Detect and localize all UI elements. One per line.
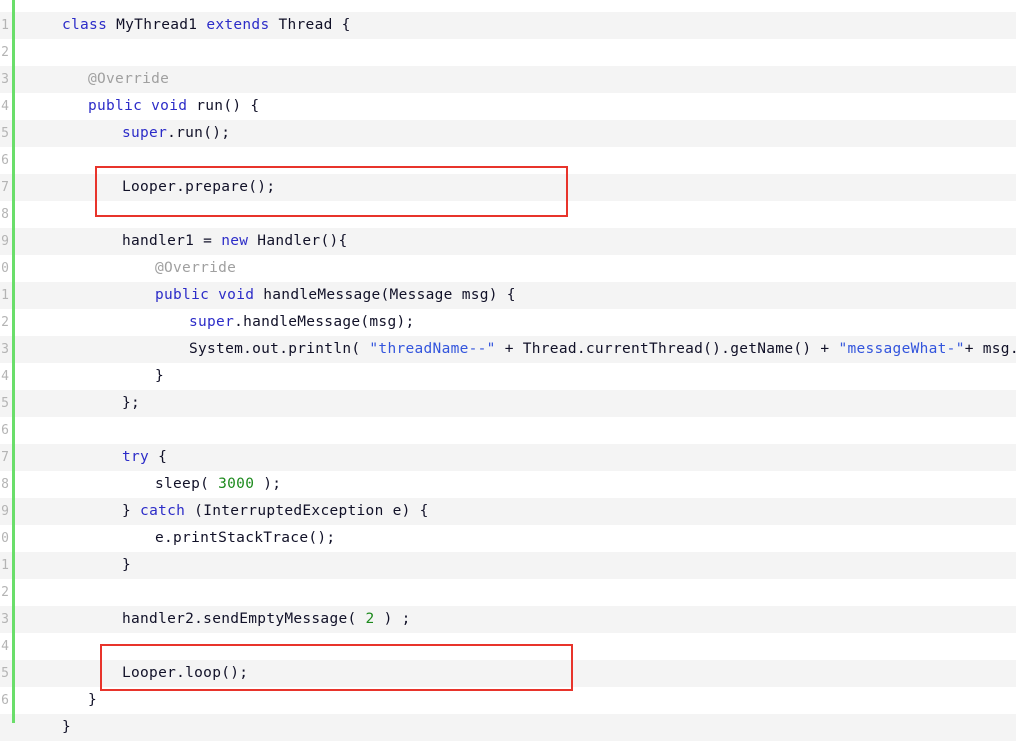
code-line[interactable] xyxy=(0,39,62,66)
code-token-kw: super xyxy=(189,314,235,330)
code-token-pl: MyThread1 xyxy=(107,17,207,33)
code-line[interactable]: } xyxy=(0,714,71,741)
code-line[interactable]: handler1 = new Handler(){ xyxy=(0,228,348,255)
code-token-pl: } xyxy=(88,692,98,708)
gutter-change-marker xyxy=(12,0,15,723)
code-token-num: 3000 xyxy=(218,476,255,492)
code-line[interactable]: public void handleMessage(Message msg) { xyxy=(0,282,516,309)
code-line[interactable] xyxy=(0,579,122,606)
code-token-str: "messageWhat-" xyxy=(838,341,965,357)
code-token-kw: void xyxy=(218,287,255,303)
highlight-box xyxy=(95,166,568,217)
code-token-pl: e.printStackTrace(); xyxy=(155,530,336,546)
code-line[interactable]: e.printStackTrace(); xyxy=(0,525,335,552)
code-token-pl: ); xyxy=(254,476,282,492)
code-token-pl: System.out.println( xyxy=(189,341,370,357)
code-content[interactable]: class MyThread1 extends Thread { @Overrid… xyxy=(0,0,1016,735)
code-token-pl: .handleMessage(msg); xyxy=(234,314,415,330)
code-token-pl: Handler(){ xyxy=(248,233,348,249)
code-token-pl: } xyxy=(62,719,72,735)
code-token-num: 2 xyxy=(365,611,375,627)
code-line[interactable]: handler2.sendEmptyMessage( 2 ) ; xyxy=(0,606,411,633)
code-token-kw: extends xyxy=(206,17,270,33)
code-line[interactable]: @Override xyxy=(0,66,169,93)
code-token-pl: Thread { xyxy=(269,17,351,33)
code-token-pl: + Thread.currentThread().getName() + xyxy=(495,341,839,357)
code-line[interactable]: } catch (InterruptedException e) { xyxy=(0,498,429,525)
code-line[interactable]: } xyxy=(0,552,131,579)
code-token-pl: run() { xyxy=(187,98,260,114)
code-token-pl: { xyxy=(149,449,168,465)
code-token-pl: ) ; xyxy=(374,611,411,627)
highlight-box xyxy=(100,644,573,691)
code-token-kw: class xyxy=(62,17,108,33)
code-token-pl: (InterruptedException e) { xyxy=(185,503,429,519)
code-line[interactable]: System.out.println( "threadName--" + Thr… xyxy=(0,336,1016,363)
code-token-str: "threadName--" xyxy=(369,341,496,357)
code-token-pl: .run(); xyxy=(167,125,231,141)
code-token-kw: void xyxy=(151,98,188,114)
code-line[interactable]: public void run() { xyxy=(0,93,259,120)
code-token-anno: @Override xyxy=(88,71,170,87)
code-token-pl: } xyxy=(122,503,141,519)
code-token-kw: new xyxy=(221,233,249,249)
code-token-pl: sleep( xyxy=(155,476,219,492)
code-line[interactable] xyxy=(0,417,122,444)
code-editor[interactable]: class MyThread1 extends Thread { @Overrid… xyxy=(0,0,1016,741)
code-token-anno: @Override xyxy=(155,260,237,276)
code-token-pl: handler2.sendEmptyMessage( xyxy=(122,611,366,627)
code-line[interactable]: }; xyxy=(0,390,140,417)
code-line[interactable]: try { xyxy=(0,444,167,471)
code-token-pl: handleMessage(Message msg) { xyxy=(254,287,516,303)
code-line[interactable]: sleep( 3000 ); xyxy=(0,471,281,498)
code-token-kw: super xyxy=(122,125,168,141)
code-line[interactable]: super.run(); xyxy=(0,120,230,147)
code-token-pl: handler1 = xyxy=(122,233,222,249)
code-line[interactable]: } xyxy=(0,363,164,390)
code-token-kw: public xyxy=(88,98,143,114)
code-token-pl: } xyxy=(155,368,165,384)
code-token-kw: try xyxy=(122,449,150,465)
code-token-pl: }; xyxy=(122,395,141,411)
code-token-pl: + msg.what ); xyxy=(964,341,1016,357)
code-line[interactable]: class MyThread1 extends Thread { xyxy=(0,12,351,39)
code-line[interactable]: super.handleMessage(msg); xyxy=(0,309,415,336)
code-token-kw: catch xyxy=(140,503,186,519)
code-line[interactable]: @Override xyxy=(0,255,236,282)
code-token-kw: public xyxy=(155,287,210,303)
code-token-pl: } xyxy=(122,557,132,573)
